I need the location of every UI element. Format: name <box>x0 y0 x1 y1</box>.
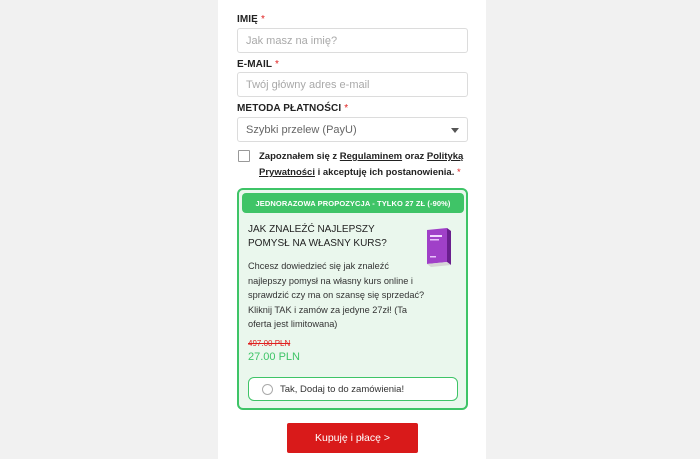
old-price: 497.00 PLN <box>248 339 291 348</box>
upsell-offer-box: JEDNORAZOWA PROPOZYCJA - TYLKO 27 ZŁ (-9… <box>237 188 468 410</box>
new-price: 27.00 PLN <box>248 351 300 363</box>
payment-method-label: METODA PŁATNOŚCI * <box>237 103 349 114</box>
add-to-order-option[interactable]: Tak, Dodaj to do zamówienia! <box>248 377 458 401</box>
email-field[interactable] <box>237 72 468 97</box>
email-label: E-MAIL * <box>237 59 280 70</box>
add-to-order-label: Tak, Dodaj to do zamówienia! <box>280 383 405 395</box>
terms-text: Zapoznałem się z Regulaminem oraz Polity… <box>259 151 464 178</box>
payment-method-select[interactable]: Szybki przelew (PayU) <box>237 117 468 142</box>
name-label: IMIĘ * <box>237 14 265 25</box>
terms-checkbox[interactable] <box>238 150 250 162</box>
name-field[interactable] <box>237 28 468 53</box>
payment-method-value: Szybki przelew (PayU) <box>246 123 357 136</box>
add-to-order-radio[interactable] <box>262 383 273 395</box>
offer-banner: JEDNORAZOWA PROPOZYCJA - TYLKO 27 ZŁ (-9… <box>242 193 464 213</box>
offer-description: Chcesz dowiedzieć się jak znaleźć najlep… <box>248 261 425 330</box>
offer-title: JAK ZNALEŹĆ NAJLEPSZY POMYSŁ NA WŁASNY K… <box>248 224 387 249</box>
chevron-down-icon <box>451 128 459 133</box>
regulations-link[interactable]: Regulaminem <box>340 151 402 162</box>
buy-and-pay-button[interactable]: Kupuję i płacę > <box>287 423 418 453</box>
